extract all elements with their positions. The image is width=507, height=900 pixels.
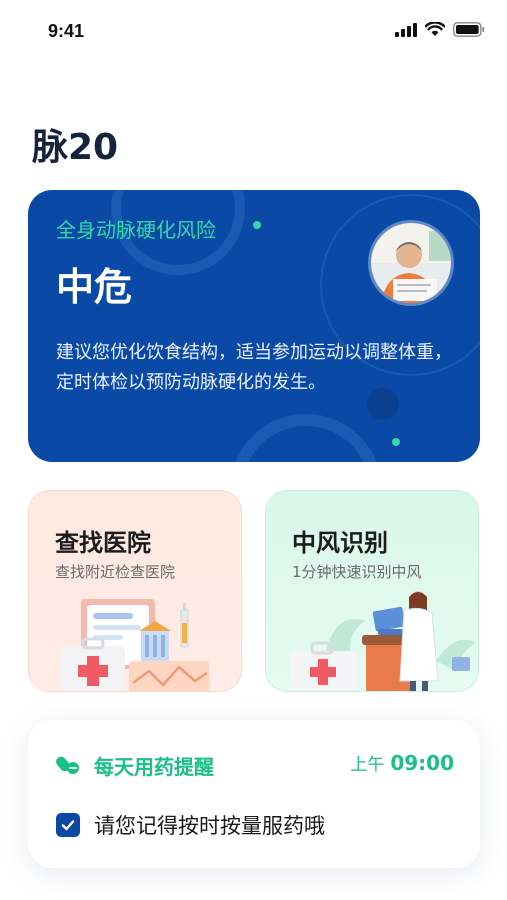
pill-icon: [56, 756, 79, 774]
reminder-time-value: 09:00: [390, 751, 454, 775]
risk-card[interactable]: 全身动脉硬化风险 中危 建议您优化饮食结构，适当参加运动以调整体重，定时体检以预…: [28, 190, 480, 462]
hospital-illustration: [61, 599, 209, 691]
risk-advice: 建议您优化饮食结构，适当参加运动以调整体重，定时体检以预防动脉硬化的发生。: [56, 342, 452, 393]
stroke-identify-subtitle: 1分钟快速识别中风: [292, 563, 422, 581]
stroke-identify-title: 中风识别: [292, 529, 388, 557]
find-hospital-subtitle: 查找附近检查医院: [55, 563, 176, 581]
checkmark-icon: [61, 820, 75, 831]
page-title: 脉20: [32, 127, 119, 168]
find-hospital-card[interactable]: 查找医院 查找附近检查医院: [28, 490, 242, 692]
signal-icon: [395, 22, 417, 41]
status-time: 9:41: [48, 21, 85, 41]
reminder-note: 请您记得按时按量服药哦: [94, 814, 325, 838]
find-hospital-title: 查找医院: [55, 529, 151, 557]
reminder-time[interactable]: 上午 09:00: [350, 750, 454, 775]
reminder-title: 每天用药提醒: [94, 755, 214, 779]
risk-label: 全身动脉硬化风险: [56, 218, 216, 242]
reminder-checkbox[interactable]: [56, 813, 80, 837]
doctor-illustration: [290, 591, 476, 691]
status-bar: 9:41: [0, 0, 507, 60]
avatar: [368, 220, 454, 306]
stroke-identify-card[interactable]: 中风识别 1分钟快速识别中风: [265, 490, 479, 692]
status-icons: [395, 21, 485, 41]
reminder-ampm: 上午: [350, 755, 385, 775]
medication-reminder-card[interactable]: 每天用药提醒 上午 09:00 请您记得按时按量服药哦: [28, 720, 480, 868]
wifi-icon: [424, 21, 446, 41]
risk-level: 中危: [56, 265, 133, 309]
battery-icon: [453, 22, 485, 41]
